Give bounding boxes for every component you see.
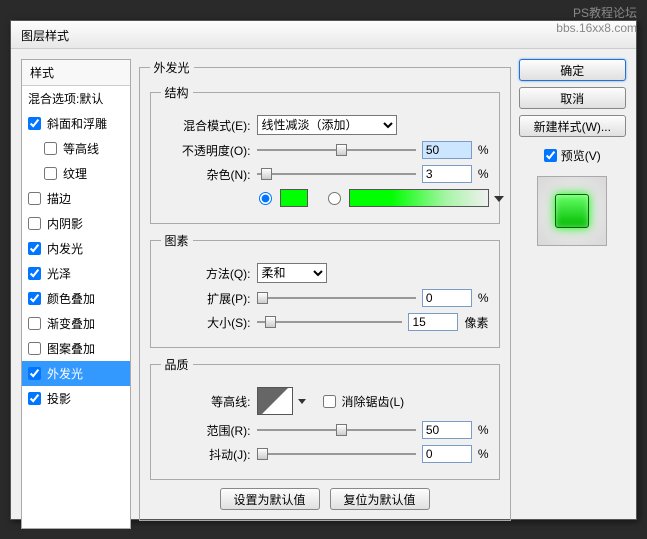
blend-mode-label: 混合模式(E): (161, 117, 251, 134)
preview-checkbox[interactable] (544, 149, 557, 162)
range-slider[interactable] (257, 421, 416, 439)
range-input[interactable] (422, 421, 472, 439)
reset-default-button[interactable]: 复位为默认值 (330, 488, 430, 510)
style-item-11[interactable]: 投影 (22, 386, 130, 411)
jitter-slider[interactable] (257, 445, 416, 463)
style-checkbox-9[interactable] (28, 342, 41, 355)
jitter-label: 抖动(J): (161, 446, 251, 463)
style-item-4[interactable]: 内阴影 (22, 211, 130, 236)
dialog-titlebar[interactable]: 图层样式 (11, 21, 636, 49)
spread-label: 扩展(P): (161, 290, 251, 307)
layer-style-dialog: 图层样式 样式 混合选项:默认 斜面和浮雕等高线纹理描边内阴影内发光光泽颜色叠加… (10, 20, 637, 520)
style-item-0[interactable]: 斜面和浮雕 (22, 111, 130, 136)
set-default-button[interactable]: 设置为默认值 (220, 488, 320, 510)
watermark: PS教程论坛 bbs.16xx8.com (556, 4, 637, 35)
style-item-6[interactable]: 光泽 (22, 261, 130, 286)
cancel-button[interactable]: 取消 (519, 87, 627, 109)
style-label-5: 内发光 (47, 240, 83, 257)
style-checkbox-10[interactable] (28, 367, 41, 380)
style-item-8[interactable]: 渐变叠加 (22, 311, 130, 336)
style-item-7[interactable]: 颜色叠加 (22, 286, 130, 311)
style-item-9[interactable]: 图案叠加 (22, 336, 130, 361)
noise-label: 杂色(N): (161, 166, 251, 183)
glow-gradient-swatch[interactable] (349, 189, 489, 207)
style-checkbox-8[interactable] (28, 317, 41, 330)
blend-options-default[interactable]: 混合选项:默认 (22, 86, 130, 111)
style-item-3[interactable]: 描边 (22, 186, 130, 211)
style-label-11: 投影 (47, 390, 71, 407)
jitter-input[interactable] (422, 445, 472, 463)
style-label-2: 纹理 (63, 165, 87, 182)
style-label-3: 描边 (47, 190, 71, 207)
right-panel: 确定 取消 新建样式(W)... 预览(V) (519, 59, 627, 529)
size-label: 大小(S): (161, 314, 251, 331)
preview-label: 预览(V) (561, 147, 601, 164)
glow-gradient-radio[interactable] (328, 192, 341, 205)
contour-picker[interactable] (257, 387, 293, 415)
blend-mode-select[interactable]: 线性减淡（添加） (257, 115, 397, 135)
style-item-1[interactable]: 等高线 (22, 136, 130, 161)
new-style-button[interactable]: 新建样式(W)... (519, 115, 627, 137)
style-checkbox-0[interactable] (28, 117, 41, 130)
anti-alias-checkbox[interactable] (323, 395, 336, 408)
contour-label: 等高线: (161, 393, 251, 410)
technique-select[interactable]: 柔和 (257, 263, 327, 283)
noise-slider[interactable] (257, 165, 416, 183)
style-checkbox-4[interactable] (28, 217, 41, 230)
dialog-title: 图层样式 (21, 29, 69, 43)
style-label-8: 渐变叠加 (47, 315, 95, 332)
size-input[interactable] (408, 313, 458, 331)
preview-thumbnail (537, 176, 607, 246)
style-label-1: 等高线 (63, 140, 99, 157)
style-item-10[interactable]: 外发光 (22, 361, 130, 386)
glow-color-radio[interactable] (259, 192, 272, 205)
style-checkbox-5[interactable] (28, 242, 41, 255)
style-label-6: 光泽 (47, 265, 71, 282)
opacity-label: 不透明度(O): (161, 142, 251, 159)
style-checkbox-6[interactable] (28, 267, 41, 280)
range-label: 范围(R): (161, 422, 251, 439)
quality-group: 品质 等高线: 消除锯齿(L) 范围(R): % (150, 356, 500, 480)
opacity-input[interactable] (422, 141, 472, 159)
style-checkbox-7[interactable] (28, 292, 41, 305)
style-checkbox-11[interactable] (28, 392, 41, 405)
structure-group: 结构 混合模式(E): 线性减淡（添加） 不透明度(O): % (150, 84, 500, 224)
size-slider[interactable] (257, 313, 403, 331)
preview-cube-icon (555, 194, 589, 228)
style-checkbox-1[interactable] (44, 142, 57, 155)
style-label-0: 斜面和浮雕 (47, 115, 107, 132)
style-checkbox-3[interactable] (28, 192, 41, 205)
style-checkbox-2[interactable] (44, 167, 57, 180)
spread-slider[interactable] (257, 289, 416, 307)
noise-input[interactable] (422, 165, 472, 183)
style-label-7: 颜色叠加 (47, 290, 95, 307)
outer-glow-fieldset: 外发光 结构 混合模式(E): 线性减淡（添加） 不透明度(O): % (139, 59, 511, 521)
outer-glow-panel: 外发光 结构 混合模式(E): 线性减淡（添加） 不透明度(O): % (139, 59, 511, 529)
technique-label: 方法(Q): (161, 265, 251, 282)
style-item-5[interactable]: 内发光 (22, 236, 130, 261)
ok-button[interactable]: 确定 (519, 59, 627, 81)
style-item-2[interactable]: 纹理 (22, 161, 130, 186)
elements-group: 图素 方法(Q): 柔和 扩展(P): % 大小(S): (150, 232, 500, 348)
style-label-4: 内阴影 (47, 215, 83, 232)
styles-header[interactable]: 样式 (22, 60, 130, 86)
anti-alias-label: 消除锯齿(L) (342, 393, 405, 410)
outer-glow-title: 外发光 (150, 59, 194, 76)
spread-input[interactable] (422, 289, 472, 307)
opacity-slider[interactable] (257, 141, 416, 159)
style-label-9: 图案叠加 (47, 340, 95, 357)
glow-color-swatch[interactable] (280, 189, 308, 207)
style-label-10: 外发光 (47, 365, 83, 382)
styles-list-panel: 样式 混合选项:默认 斜面和浮雕等高线纹理描边内阴影内发光光泽颜色叠加渐变叠加图… (21, 59, 131, 529)
